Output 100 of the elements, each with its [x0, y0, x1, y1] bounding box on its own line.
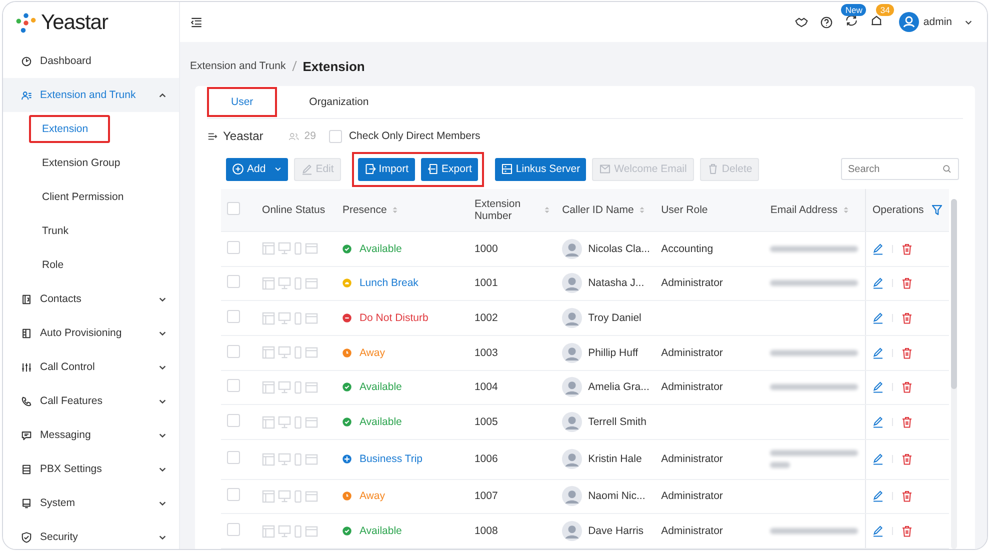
- avatar-icon: [562, 412, 582, 432]
- edit-icon[interactable]: [872, 381, 884, 394]
- search-icon[interactable]: [942, 164, 952, 174]
- user-menu[interactable]: admin: [923, 16, 952, 28]
- row-checkbox[interactable]: [227, 488, 240, 502]
- delete-icon[interactable]: [901, 242, 914, 255]
- table-cell: Accounting: [661, 242, 714, 255]
- presence-status: Available: [359, 381, 402, 394]
- table-cell: Administrator: [661, 490, 723, 502]
- row-checkbox[interactable]: [227, 523, 240, 536]
- shield-icon: [21, 532, 32, 542]
- collapse-menu-icon[interactable]: [190, 16, 203, 28]
- monitor-icon: [278, 346, 292, 360]
- presence-status: Away: [359, 490, 385, 502]
- filter-icon[interactable]: [931, 204, 943, 216]
- organization-name: Yeastar: [223, 129, 264, 143]
- toolbar-button[interactable]: Export: [420, 158, 478, 180]
- submenu-item[interactable]: Trunk: [29, 217, 82, 245]
- sliders-icon: [21, 362, 32, 372]
- sidebar-item[interactable]: Extension and Trunk: [3, 78, 179, 112]
- app-window-icon: [262, 416, 276, 429]
- checkbox[interactable]: [328, 130, 342, 142]
- table-cell: Administrator: [661, 525, 723, 538]
- row-checkbox[interactable]: [227, 414, 240, 428]
- avatar-icon[interactable]: [899, 12, 920, 32]
- delete-icon[interactable]: [901, 416, 914, 428]
- table-cell: Natasha J...: [588, 277, 644, 290]
- table-cell: 1008: [474, 525, 498, 538]
- table-cell: Naomi Nic...: [588, 490, 646, 502]
- avatar-icon: [562, 486, 582, 506]
- tab[interactable]: Organization: [285, 87, 393, 117]
- pencil-icon: [300, 163, 313, 175]
- toolbar-button[interactable]: Import: [358, 158, 415, 180]
- column-header: Presence: [342, 204, 387, 216]
- edit-icon[interactable]: [872, 525, 884, 538]
- checkbox-label[interactable]: Check Only Direct Members: [348, 130, 480, 142]
- row-checkbox[interactable]: [227, 240, 240, 254]
- help-icon[interactable]: [820, 16, 834, 28]
- table-cell: Nicolas Cla...: [588, 242, 650, 255]
- tab[interactable]: User: [207, 87, 278, 117]
- avatar-icon: [562, 308, 582, 328]
- app-window-icon: [262, 276, 276, 290]
- sidebar-item[interactable]: Security: [3, 520, 179, 549]
- delete-icon[interactable]: [901, 525, 914, 538]
- row-checkbox[interactable]: [227, 451, 240, 464]
- submenu-item[interactable]: Extension: [29, 115, 110, 143]
- row-checkbox[interactable]: [227, 379, 240, 392]
- sidebar-item[interactable]: Messaging: [3, 418, 179, 452]
- submenu-item[interactable]: Extension Group: [29, 149, 134, 177]
- delete-icon[interactable]: [901, 453, 914, 466]
- row-checkbox[interactable]: [227, 275, 240, 288]
- delete-icon[interactable]: [901, 346, 914, 359]
- column-header: Extension Number: [474, 198, 522, 222]
- edit-icon[interactable]: [872, 453, 884, 466]
- sidebar-item[interactable]: PBX Settings: [3, 452, 179, 486]
- sync-icon[interactable]: [845, 14, 858, 27]
- edit-icon[interactable]: [872, 346, 884, 359]
- server-icon: [500, 163, 513, 175]
- submenu-item[interactable]: Role: [29, 251, 77, 279]
- mobile-icon: [294, 276, 302, 290]
- row-checkbox[interactable]: [227, 344, 240, 358]
- table-cell: Administrator: [661, 453, 723, 466]
- delete-icon[interactable]: [901, 381, 914, 394]
- edit-icon[interactable]: [872, 416, 884, 428]
- edit-icon[interactable]: [872, 312, 884, 324]
- tree-toggle-icon[interactable]: [207, 130, 218, 142]
- select-all-checkbox[interactable]: [227, 202, 240, 215]
- delete-icon[interactable]: [901, 312, 914, 324]
- row-checkbox[interactable]: [227, 310, 240, 324]
- delete-icon[interactable]: [901, 277, 914, 290]
- scrollbar[interactable]: [951, 199, 957, 549]
- edit-icon[interactable]: [872, 490, 884, 502]
- presence-status: Do Not Disturb: [359, 312, 428, 324]
- sidebar-item[interactable]: Contacts: [3, 282, 179, 316]
- breadcrumb-link[interactable]: Extension and Trunk: [190, 60, 286, 72]
- edit-icon[interactable]: [872, 242, 884, 255]
- column-header: Operations: [872, 204, 924, 216]
- edit-icon[interactable]: [872, 277, 884, 290]
- logo-icon: [15, 12, 37, 34]
- presence-status: Available: [359, 525, 402, 538]
- users-icon: [21, 90, 32, 100]
- table-cell: Administrator: [661, 277, 723, 290]
- submenu-item[interactable]: Client Permission: [29, 183, 137, 211]
- sidebar-item[interactable]: System: [3, 486, 179, 520]
- sidebar-item[interactable]: Call Features: [3, 384, 179, 418]
- search-field[interactable]: Search: [841, 158, 959, 180]
- sidebar-item[interactable]: Auto Provisioning: [3, 316, 179, 350]
- plus-icon: [232, 163, 244, 175]
- app-window-icon: [262, 312, 276, 325]
- table-cell: 1001: [474, 277, 498, 290]
- sidebar-item[interactable]: Call Control: [3, 350, 179, 384]
- presence-status: Away: [359, 346, 385, 359]
- toolbar-button[interactable]: Linkus Server: [494, 158, 586, 180]
- sidebar-item[interactable]: Dashboard: [3, 44, 179, 78]
- toolbar-button[interactable]: Add: [226, 158, 288, 180]
- delete-icon[interactable]: [901, 490, 914, 502]
- app-window-icon: [262, 524, 276, 538]
- browser-icon: [305, 380, 318, 394]
- monitor-icon: [278, 242, 292, 256]
- presence-status: Available: [359, 416, 402, 428]
